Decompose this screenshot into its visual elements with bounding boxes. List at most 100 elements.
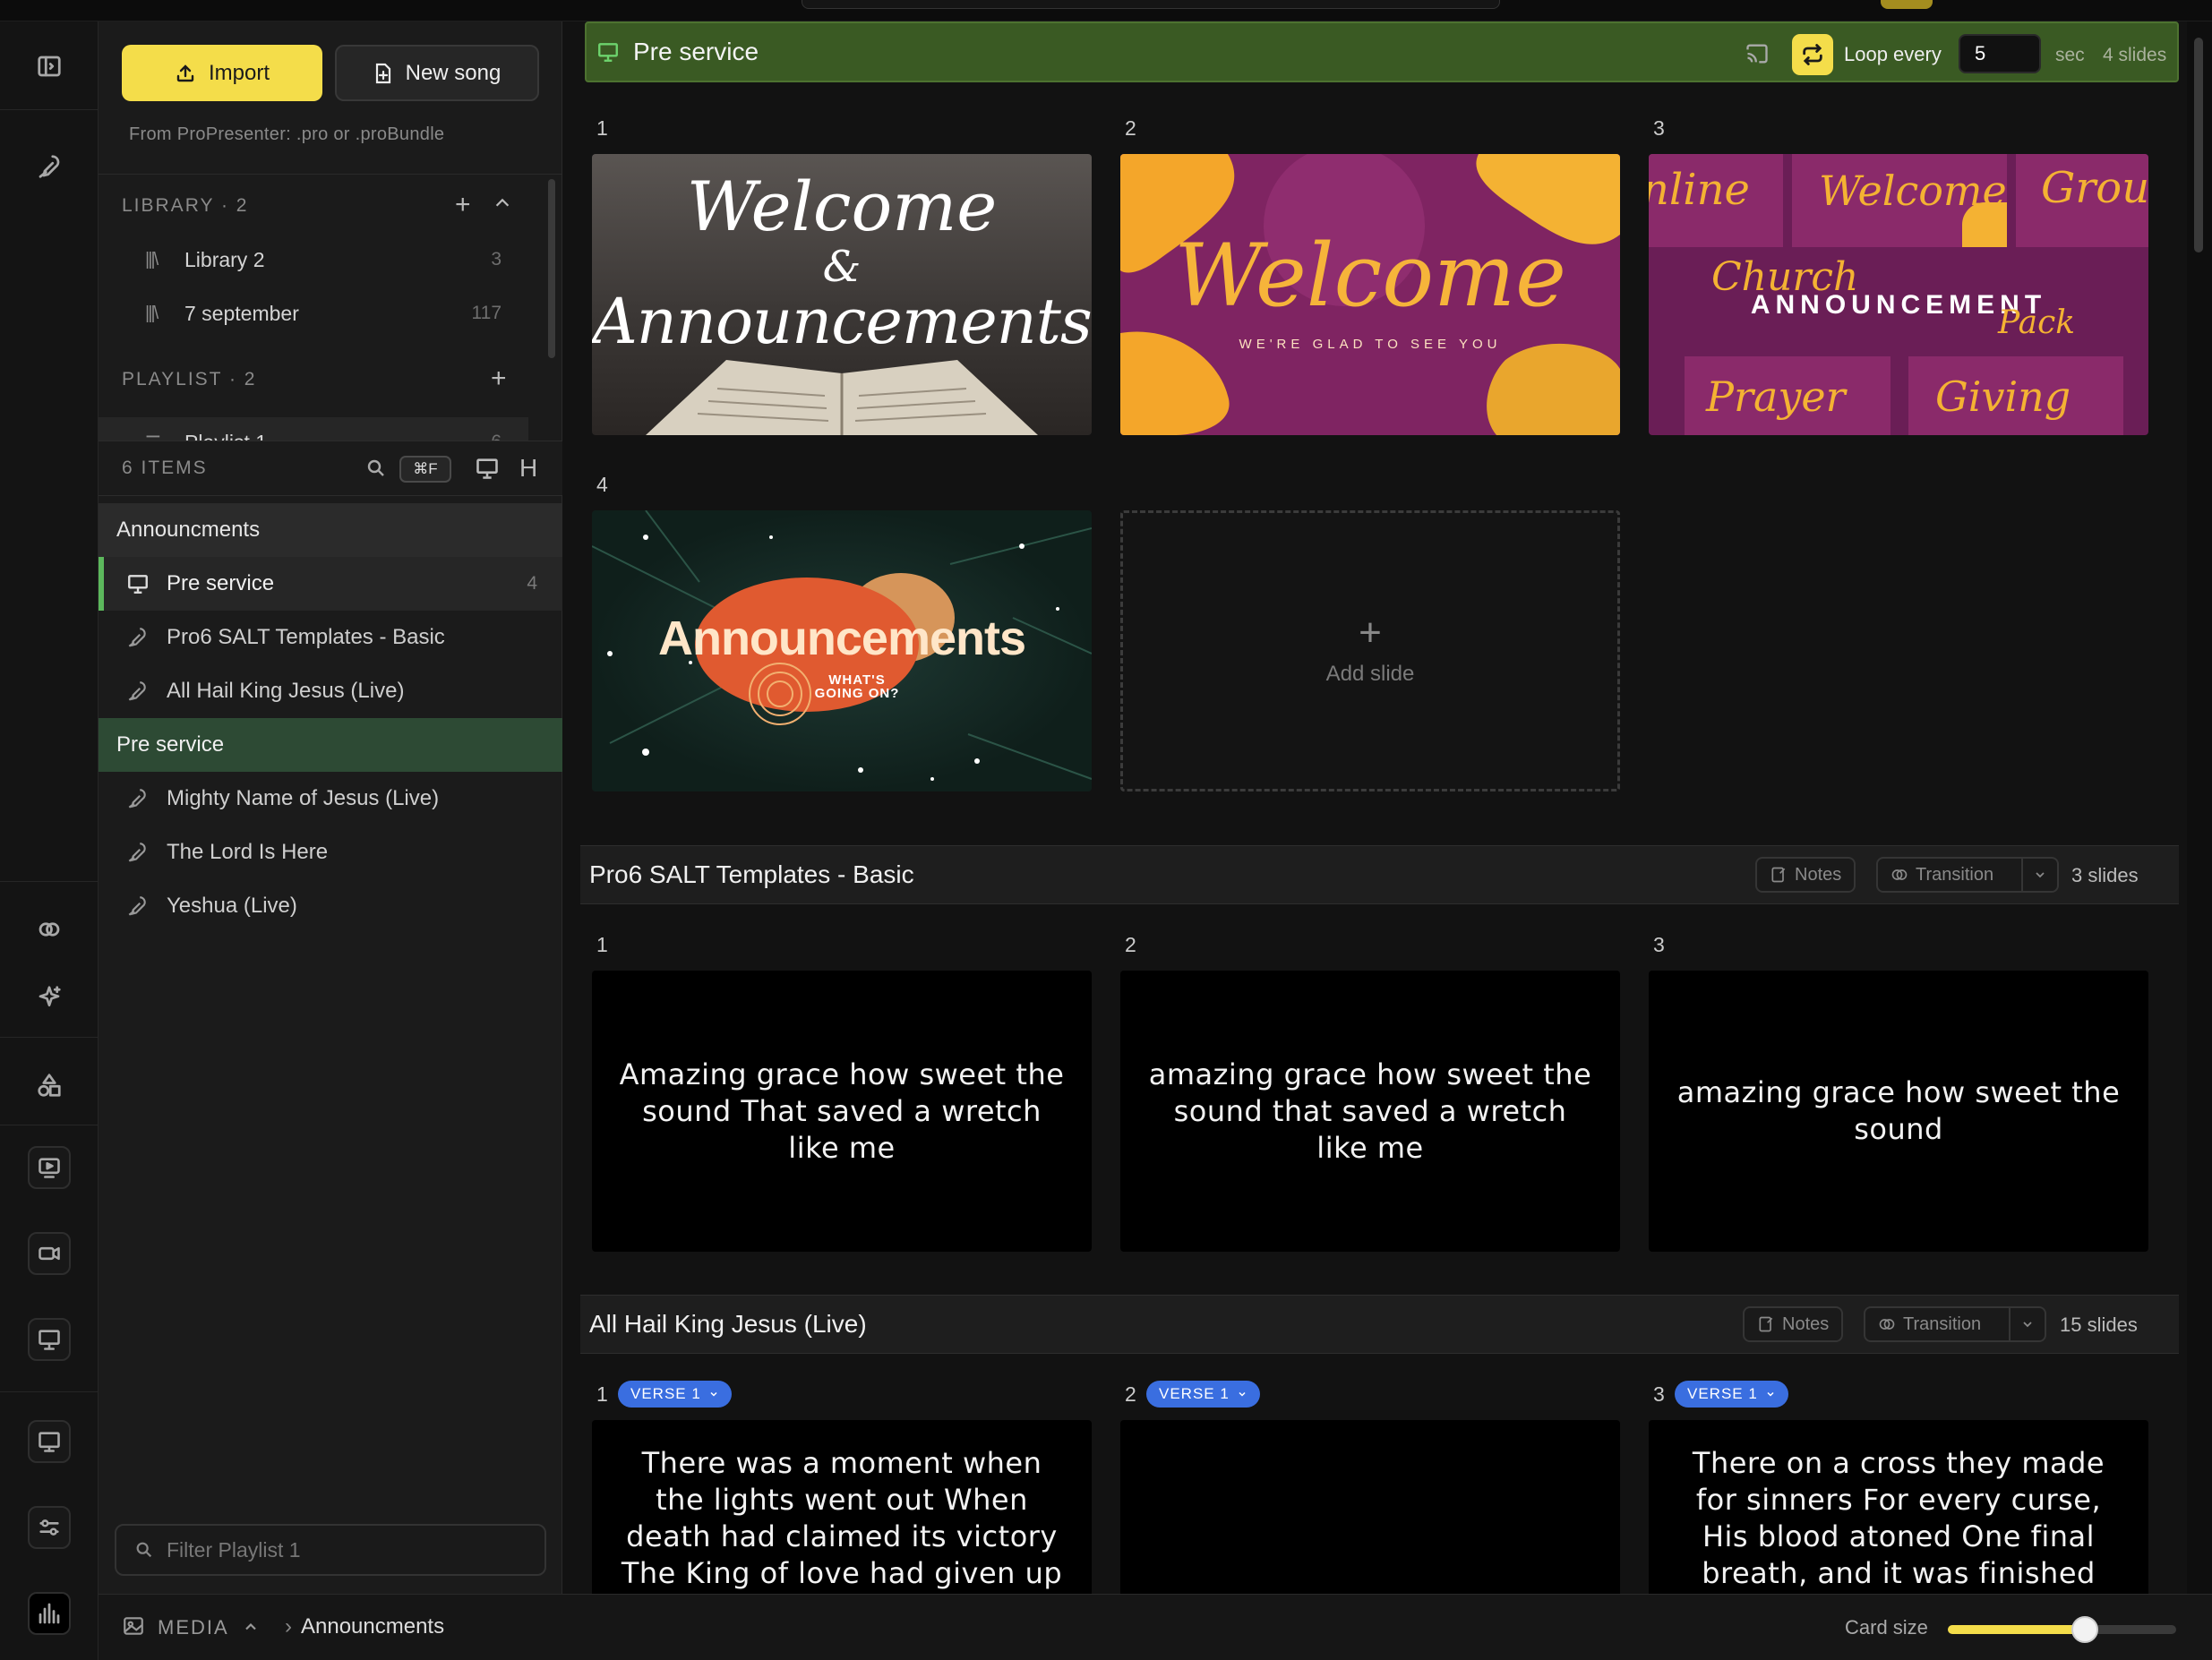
library-item[interactable]: |||\ 7 september 117: [99, 288, 528, 338]
presentation-stage-icon[interactable]: [28, 1318, 71, 1361]
collage-tile: Welcome: [1792, 154, 2007, 247]
library-header: LIBRARY · 2: [122, 195, 249, 216]
loop-seconds-input[interactable]: 5: [1959, 34, 2041, 73]
heading-toggle[interactable]: H: [519, 454, 537, 483]
lyric-slide[interactable]: There on a cross they made for sinners F…: [1649, 1420, 2148, 1594]
slide-number: 1: [596, 116, 608, 140]
add-slide-button[interactable]: + Add slide: [1120, 510, 1620, 791]
import-button[interactable]: Import: [122, 45, 322, 101]
presentation-mode-icon[interactable]: [475, 456, 500, 481]
group-header-pre-service[interactable]: Pre service: [99, 718, 562, 772]
transition-button[interactable]: Transition: [1876, 857, 2059, 893]
playlist-entry[interactable]: Pro6 SALT Templates - Basic: [99, 611, 562, 664]
slide-thumbnail[interactable]: nline Welcome Grou Church ANNOUNCEMENT P…: [1649, 154, 2148, 435]
transition-dropdown-icon[interactable]: [2021, 859, 2057, 891]
collage-text: Pack: [1998, 304, 2076, 341]
slide-number: 3: [1653, 1382, 1665, 1406]
top-toolbar-fragment: [802, 0, 1500, 9]
add-library-icon[interactable]: +: [455, 192, 471, 218]
playlist-entry[interactable]: All Hail King Jesus (Live): [99, 664, 562, 718]
notes-button[interactable]: Notes: [1755, 857, 1856, 893]
playlist-entry-active[interactable]: Pre service 4: [99, 557, 562, 611]
collage-text: Grou: [2041, 163, 2148, 213]
verse-tag[interactable]: VERSE 1: [1146, 1381, 1260, 1408]
verse-tag[interactable]: VERSE 1: [618, 1381, 732, 1408]
app-logo-icon[interactable]: [28, 1592, 71, 1635]
lyric-slide[interactable]: Amazing grace how sweet the sound That s…: [592, 971, 1092, 1252]
playlist-entry[interactable]: The Lord Is Here: [99, 826, 562, 879]
slide-thumbnail[interactable]: Announcements WHAT'S GOING ON?: [592, 510, 1092, 791]
cast-icon[interactable]: [1744, 41, 1770, 66]
collapse-library-icon[interactable]: [493, 193, 512, 213]
scrollbar-thumb[interactable]: [2194, 38, 2203, 252]
sparkles-icon[interactable]: [28, 976, 71, 1019]
toggle-sidebar-icon[interactable]: [28, 45, 71, 88]
collage-tile: Prayer: [1685, 356, 1890, 435]
live-indicator: [99, 557, 104, 611]
lyric-slide[interactable]: There was a moment when the lights went …: [592, 1420, 1092, 1594]
add-playlist-icon[interactable]: +: [491, 365, 507, 392]
presentation-icon: [128, 575, 148, 594]
lyric-slide[interactable]: amazing grace how sweet the sound: [1649, 971, 2148, 1252]
playlist-entry[interactable]: Mighty Name of Jesus (Live): [99, 772, 562, 826]
playlist-entry-label: Mighty Name of Jesus (Live): [167, 786, 440, 810]
section-header-all-hail: All Hail King Jesus (Live) Notes Transit…: [580, 1295, 2179, 1354]
library-item-label: Library 2: [184, 247, 265, 271]
playlist-entry[interactable]: Yeshua (Live): [99, 879, 562, 933]
playlist-entry-count: 4: [527, 573, 537, 594]
card-size-slider-thumb[interactable]: [2071, 1616, 2098, 1643]
slide-title: Welcome: [686, 167, 998, 246]
slide-thumbnail[interactable]: Welcome & Announcements: [592, 154, 1092, 435]
playlist-item[interactable]: ☰ Playlist 1 6: [99, 417, 528, 441]
song-icon: [128, 789, 146, 809]
collage-tile: Giving: [1908, 356, 2123, 435]
import-hint: From ProPresenter: .pro or .proBundle: [129, 124, 445, 144]
collage-tile: Grou: [2016, 154, 2148, 247]
transition-button[interactable]: Transition: [1864, 1306, 2046, 1342]
playlist-list: ☰ Playlist 1 6: [99, 406, 528, 441]
slide-number: 4: [596, 473, 608, 496]
section-title: Pro6 SALT Templates - Basic: [589, 860, 914, 888]
card-size-slider-fill: [1948, 1625, 2085, 1634]
camera-icon[interactable]: [28, 1232, 71, 1275]
song-icon: [128, 843, 146, 862]
verse-tag[interactable]: VERSE 1: [1675, 1381, 1788, 1408]
collage-text: nline: [1649, 165, 1750, 215]
new-file-icon: [375, 63, 390, 83]
collage-tile: nline: [1649, 154, 1783, 247]
media-toggle[interactable]: MEDIA: [158, 1616, 229, 1639]
sidebar-scrollbar[interactable]: [548, 179, 555, 358]
breadcrumb-separator: ›: [285, 1614, 292, 1639]
links-icon[interactable]: [28, 908, 71, 951]
filter-playlist-input[interactable]: Filter Playlist 1: [115, 1524, 546, 1576]
main-canvas: Pre service Loop every 5 sec 4 slides 1 …: [562, 21, 2187, 1594]
lyric-slide[interactable]: amazing grace how sweet the sound that s…: [1120, 971, 1620, 1252]
slide-play-icon[interactable]: [28, 1146, 71, 1189]
settings-sliders-icon[interactable]: [28, 1506, 71, 1549]
card-size-slider[interactable]: [1948, 1616, 2176, 1643]
new-song-button[interactable]: New song: [335, 45, 539, 101]
plus-icon: +: [1359, 611, 1382, 655]
transition-dropdown-icon[interactable]: [2009, 1308, 2045, 1340]
slide-title: Announcements: [657, 612, 1026, 665]
monitor-icon[interactable]: [28, 1420, 71, 1463]
section-header-pre-service: Pre service Loop every 5 sec 4 slides: [585, 21, 2179, 82]
playlist-header: PLAYLIST · 2: [122, 369, 257, 389]
loop-icon: [1803, 44, 1822, 65]
slide-thumbnail[interactable]: Welcome WE'RE GLAD TO SEE YOU: [1120, 154, 1620, 435]
notes-button[interactable]: Notes: [1743, 1306, 1844, 1342]
breadcrumb[interactable]: Announcments: [301, 1614, 444, 1639]
lyric-slide[interactable]: [1120, 1420, 1620, 1594]
search-icon[interactable]: [365, 458, 387, 479]
group-header-announcments[interactable]: Announcments: [99, 503, 562, 557]
slide-count: 4 slides: [2103, 45, 2167, 65]
left-rail: [0, 21, 99, 1660]
chevron-up-icon[interactable]: [242, 1618, 260, 1636]
shapes-icon[interactable]: [28, 1064, 71, 1107]
loop-toggle[interactable]: [1792, 34, 1833, 75]
library-item[interactable]: |||\ Library 2 3: [99, 235, 528, 285]
songs-icon[interactable]: [28, 145, 71, 188]
main-scrollbar[interactable]: [2187, 21, 2212, 1594]
playlist-item-count: 6: [491, 432, 502, 441]
playlist-entry-label: Pro6 SALT Templates - Basic: [167, 625, 445, 649]
